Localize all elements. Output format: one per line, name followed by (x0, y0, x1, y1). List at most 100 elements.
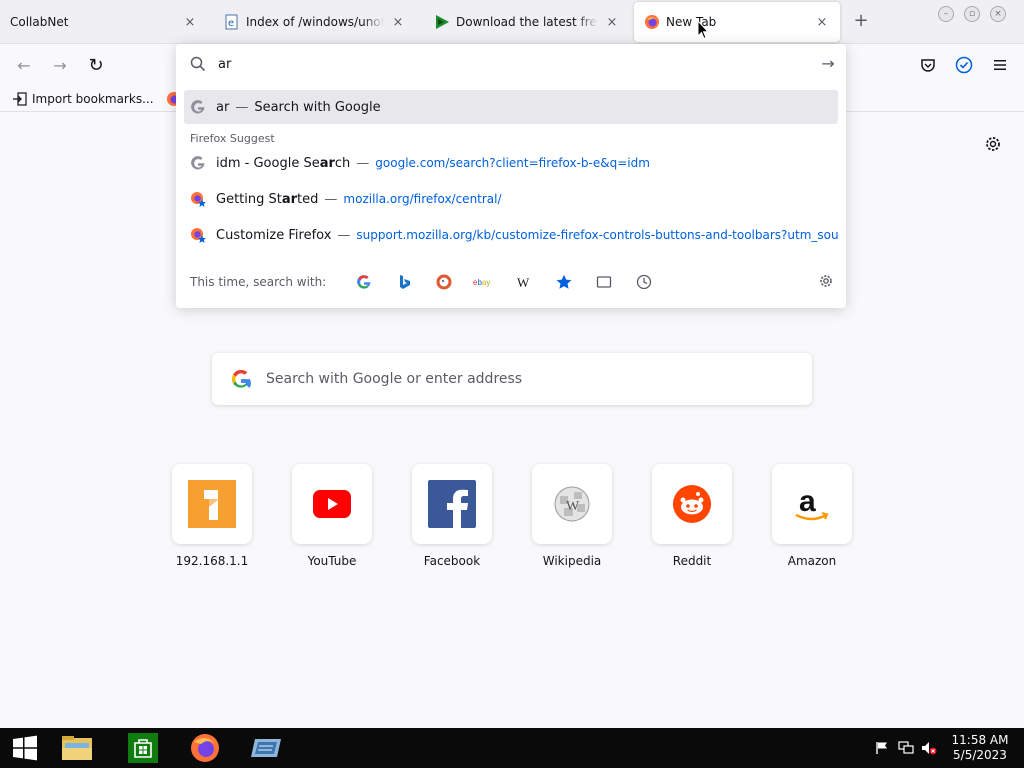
taskbar-store[interactable] (126, 732, 160, 764)
account-check-icon[interactable] (955, 56, 973, 74)
tab-close-icon[interactable]: × (604, 14, 620, 30)
tile-label: Facebook (423, 554, 481, 568)
svg-text:a: a (799, 485, 816, 518)
tab-download-trial[interactable]: Download the latest free trial × (424, 2, 630, 42)
url-typed-text: ar (218, 56, 232, 72)
urlbar-dropdown: ar → ar — Search with Google Firefox Sug… (176, 44, 846, 308)
tile-label: YouTube (307, 554, 357, 568)
file-explorer-icon (62, 736, 92, 760)
clock-time: 11:58 AM (951, 733, 1009, 747)
shortcut-tile-reddit[interactable]: Reddit (652, 464, 732, 568)
history-engine-button[interactable] (624, 268, 664, 296)
taskbar-server-manager[interactable] (250, 732, 284, 764)
shortcut-tile-facebook[interactable]: Facebook (412, 464, 492, 568)
reload-button[interactable]: ↻ (84, 54, 108, 76)
suggestion-row[interactable]: Customize Firefox — support.mozilla.org/… (184, 218, 838, 252)
shortcut-tile-amazon[interactable]: a Amazon (772, 464, 852, 568)
bing-icon (400, 275, 411, 289)
tabs-engine-button[interactable] (584, 268, 624, 296)
pocket-icon[interactable] (919, 56, 937, 74)
suggestion-url: google.com/search?client=firefox-b-e&q=i… (375, 156, 650, 170)
go-arrow-icon[interactable]: → (820, 56, 836, 72)
facebook-icon (428, 480, 476, 528)
tile-label: Wikipedia (542, 554, 602, 568)
reddit-icon (673, 485, 711, 523)
network-icon[interactable] (898, 740, 914, 756)
svg-text:W: W (566, 499, 580, 514)
search-with-google-result[interactable]: ar — Search with Google (184, 90, 838, 124)
wikipedia-engine-button[interactable]: W (504, 268, 544, 296)
router-icon (188, 480, 236, 528)
store-icon (128, 733, 158, 763)
back-button[interactable]: ← (12, 54, 36, 76)
clock-date: 5/5/2023 (953, 748, 1007, 762)
ebay-engine-button[interactable]: ebay (464, 268, 504, 296)
tab-title: New Tab (666, 15, 717, 29)
google-engine-button[interactable] (344, 268, 384, 296)
tile-box: a (772, 464, 852, 544)
tile-label: 192.168.1.1 (175, 554, 249, 568)
shortcut-tile-youtube[interactable]: YouTube (292, 464, 372, 568)
windows-taskbar: 11:58 AM 5/5/2023 (0, 728, 1024, 768)
menu-hamburger-icon[interactable] (991, 56, 1009, 74)
gear-icon[interactable] (984, 135, 1002, 153)
newtab-search-placeholder: Search with Google or enter address (266, 371, 523, 387)
bookmarks-engine-button[interactable] (544, 268, 584, 296)
tab-title: Download the latest free trial (456, 15, 598, 29)
svg-text:W: W (517, 275, 530, 290)
result-typed: ar (216, 99, 230, 115)
tab-close-icon[interactable]: × (182, 14, 198, 30)
tab-strip: CollabNet × e Index of /windows/unoffici… (0, 0, 1024, 44)
tabs-icon (597, 276, 612, 288)
url-input[interactable]: ar (176, 44, 846, 84)
start-button[interactable] (8, 732, 42, 764)
google-icon (357, 275, 371, 289)
suggestion-url: support.mozilla.org/kb/customize-firefox… (356, 228, 838, 242)
firefox-icon (645, 15, 659, 29)
taskbar-firefox[interactable] (188, 732, 222, 764)
tile-label: Reddit (672, 554, 712, 568)
result-separator: — (235, 99, 249, 115)
wikipedia-globe-icon: W (554, 486, 590, 522)
server-manager-icon (251, 739, 281, 757)
windows-start-icon (13, 735, 37, 761)
taskbar-file-explorer[interactable] (60, 732, 94, 764)
suggestion-title: Customize Firefox (216, 227, 332, 243)
google-icon (191, 100, 205, 114)
suggestion-separator: — (356, 155, 370, 171)
import-bookmarks-label: Import bookmarks... (32, 91, 154, 106)
search-icon (190, 56, 206, 72)
newtab-search-input[interactable]: Search with Google or enter address (212, 353, 812, 405)
taskbar-clock[interactable]: 11:58 AM 5/5/2023 (948, 733, 1012, 763)
shortcut-tile-wikipedia[interactable]: W Wikipedia (532, 464, 612, 568)
restore-icon[interactable]: ▫ (964, 6, 980, 22)
svg-text:e: e (228, 18, 234, 29)
duckduckgo-icon (436, 274, 452, 290)
minimize-icon[interactable]: – (938, 6, 954, 22)
tab-close-icon[interactable]: × (814, 14, 830, 30)
suggestion-row[interactable]: Getting Started — mozilla.org/firefox/ce… (184, 182, 838, 216)
suggestion-title: idm - Google Search (216, 155, 351, 171)
search-settings-gear-icon[interactable] (818, 273, 834, 289)
forward-button[interactable]: → (48, 54, 72, 76)
google-icon (191, 156, 205, 170)
shortcut-tile-router[interactable]: 192.168.1.1 (172, 464, 252, 568)
close-icon[interactable]: × (990, 6, 1006, 22)
tab-close-icon[interactable]: × (390, 14, 406, 30)
bing-engine-button[interactable] (384, 268, 424, 296)
import-bookmarks-button[interactable]: Import bookmarks... (12, 91, 154, 107)
tab-new-tab[interactable]: New Tab × (634, 2, 840, 42)
suggestion-title: Getting Started (216, 191, 319, 207)
volume-muted-icon[interactable] (921, 740, 937, 756)
svg-text:ebay: ebay (473, 278, 490, 287)
duckduckgo-engine-button[interactable] (424, 268, 464, 296)
new-tab-button[interactable]: + (851, 12, 871, 32)
green-play-icon (436, 15, 449, 29)
action-center-flag-icon[interactable] (874, 740, 890, 756)
ie-document-icon: e (225, 14, 238, 30)
tab-collabnet[interactable]: CollabNet × (0, 2, 208, 42)
tab-index-windows[interactable]: e Index of /windows/unofficial × (214, 2, 416, 42)
tile-box (652, 464, 732, 544)
firefox-bookmark-icon (191, 228, 206, 243)
suggestion-row[interactable]: idm - Google Search — google.com/search?… (184, 146, 838, 180)
